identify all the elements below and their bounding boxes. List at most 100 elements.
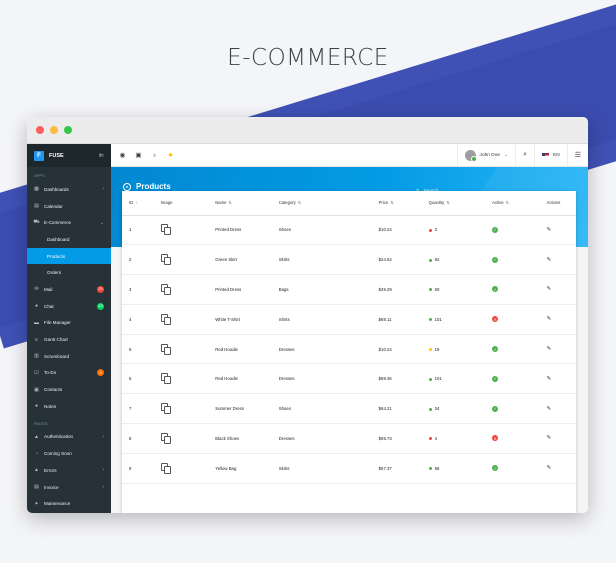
chevron-right-icon: › xyxy=(102,186,104,193)
sidebar-item-file-manager[interactable]: ▬ File Manager xyxy=(27,315,111,332)
sidebar-item-label: E-Commerce xyxy=(44,220,72,226)
table-row[interactable]: 4 White T-Shirt Shirts $69.11 101 ✕ ✎ xyxy=(122,304,576,335)
edit-icon[interactable]: ✎ xyxy=(547,316,552,322)
product-id: 5 xyxy=(122,334,154,365)
cart-icon: ⛟ xyxy=(33,219,40,226)
product-active: ✓ xyxy=(485,274,540,305)
sidebar-item-label: Calendar xyxy=(44,203,63,209)
sidebar-item-scrumboard[interactable]: ▥ Scrumboard xyxy=(27,348,111,365)
sidebar-item-dashboards[interactable]: ▦ Dashboards › xyxy=(27,181,111,198)
edit-icon[interactable]: ✎ xyxy=(547,406,552,412)
quantity-status-dot xyxy=(428,347,432,351)
quick-panel-button[interactable]: ☰ xyxy=(566,144,588,166)
sidebar-item-coming-soon[interactable]: ◔ Coming Soon xyxy=(27,445,111,462)
table-row[interactable]: 5 Red Hoodie Dresses $10.24 19 ✓ ✎ xyxy=(122,334,576,365)
product-id: 8 xyxy=(122,423,154,454)
sidebar-item-calendar[interactable]: ▤ Calendar xyxy=(27,198,111,215)
collapse-sidebar-icon[interactable]: ⇇ xyxy=(99,152,104,159)
column-header-name[interactable]: Name ⇅ xyxy=(208,191,272,216)
table-row[interactable]: 6 Red Hoodie Dresses $59.36 101 ✓ ✎ xyxy=(122,363,576,395)
search-button[interactable]: ⌕ xyxy=(515,144,534,166)
folder-icon: ▬ xyxy=(34,319,39,326)
table-row[interactable]: 2 Green Skirt Skirts $24.62 92 ✓ ✎ xyxy=(122,244,576,276)
sidebar-item-notes[interactable]: ● Notes xyxy=(27,398,111,415)
sidebar-item-authentication[interactable]: ▲ Authentication › xyxy=(27,429,111,446)
close-dot[interactable] xyxy=(36,126,44,134)
page-title-text: Products xyxy=(136,182,171,191)
sidebar-item-errors[interactable]: ▲ Errors › xyxy=(27,462,111,479)
sidebar-item-gantt-chart[interactable]: ≡ Gantt Chart xyxy=(27,331,111,348)
sidebar-section-title: PAGES xyxy=(34,420,48,426)
image-icon xyxy=(160,313,172,325)
edit-icon[interactable]: ✎ xyxy=(547,257,552,263)
column-header-label: Quantity xyxy=(428,200,445,206)
quantity-value: 101 xyxy=(434,316,442,322)
chevron-down-icon: ⌄ xyxy=(504,152,509,158)
chevron-right-icon: › xyxy=(102,433,104,440)
language-switcher[interactable]: EN xyxy=(534,144,567,166)
minimize-dot[interactable] xyxy=(50,126,58,134)
product-quantity: 19 xyxy=(421,334,486,365)
sidebar-subitem-products[interactable]: Products xyxy=(27,247,111,265)
table-row[interactable]: 1 Printed Dress Shoes $10.24 3 ✓ ✎ xyxy=(122,215,576,246)
chat-shortcut-icon[interactable]: ◉ xyxy=(119,152,126,159)
lock-icon: ▲ xyxy=(34,433,39,440)
edit-icon[interactable]: ✎ xyxy=(547,227,552,233)
sidebar-item-chat[interactable]: ● Chat 13 xyxy=(27,298,111,315)
sidebar-item-label: Authentication xyxy=(44,434,74,440)
column-header-category[interactable]: Category ⇅ xyxy=(271,191,372,216)
table-row[interactable]: 9 Yellow Bag Skirts $57.37 58 ✓ ✎ xyxy=(122,453,576,484)
product-active: ✕ xyxy=(485,423,540,454)
sidebar-item-maintenance[interactable]: ✦ Maintenance xyxy=(27,495,111,512)
edit-icon[interactable]: ✎ xyxy=(547,435,552,441)
column-header-id[interactable]: ID ↑ xyxy=(122,191,154,216)
edit-icon[interactable]: ✎ xyxy=(547,346,552,352)
column-header-price[interactable]: Price ⇅ xyxy=(371,191,422,216)
sidebar-subitem-dashboard[interactable]: Dashboard xyxy=(27,231,111,248)
sidebar-item-label: Mail xyxy=(44,286,53,292)
quantity-value: 19 xyxy=(434,346,440,352)
column-header-quantity[interactable]: Quantity ⇅ xyxy=(421,191,486,216)
column-header-active[interactable]: Active ⇅ xyxy=(485,191,540,216)
sort-icon: ⇅ xyxy=(446,200,450,206)
chat-icon: ● xyxy=(34,303,39,310)
sort-icon: ⇅ xyxy=(505,200,509,206)
sidebar-item-invoice[interactable]: ▤ Invoice › xyxy=(27,479,111,496)
table-row[interactable]: 8 Black Shoes Dresses $69.73 4 ✕ ✎ xyxy=(122,423,576,454)
edit-icon[interactable]: ✎ xyxy=(547,286,552,292)
product-actions: ✎ xyxy=(539,453,576,484)
edit-icon[interactable]: ✎ xyxy=(547,376,552,382)
sidebar-item-label: Contacts xyxy=(44,387,63,393)
sidebar-subitem-orders[interactable]: Orders xyxy=(27,264,111,281)
brand-name: FUSE xyxy=(49,152,64,159)
sidebar-item-label: Maintenance xyxy=(44,501,71,507)
product-id: 7 xyxy=(122,393,154,425)
edit-icon[interactable]: ✎ xyxy=(547,465,552,471)
product-active: ✓ xyxy=(485,244,540,276)
table-row[interactable]: 7 Summer Dress Shoes $64.21 34 ✓ ✎ xyxy=(122,393,576,425)
sidebar-item-to-do[interactable]: ☑ To-Do 3 xyxy=(27,365,111,382)
sidebar-item-contacts[interactable]: ▣ Contacts xyxy=(27,381,111,398)
lightbulb-shortcut-icon[interactable]: ♁ xyxy=(151,152,158,159)
sidebar-item-e-commerce[interactable]: ⛟ E-Commerce ⌄ xyxy=(27,214,111,231)
sidebar-item-label: Scrumboard xyxy=(44,353,70,359)
image-icon xyxy=(160,254,172,266)
sidebar-item-label: Coming Soon xyxy=(44,451,72,457)
product-name: Green Skirt xyxy=(208,244,272,276)
product-name: Red Hoodie xyxy=(208,334,272,365)
check-circle-icon: ✓ xyxy=(492,346,499,353)
products-table: ID ↑ Image Name ⇅ Category ⇅ Price ⇅ Quantity ⇅ Act… xyxy=(122,191,576,484)
gantt-icon: ≡ xyxy=(35,336,38,343)
calendar-shortcut-icon[interactable]: ▣ xyxy=(135,152,142,159)
user-menu[interactable]: John Doe ⌄ xyxy=(456,144,516,166)
maximize-dot[interactable] xyxy=(64,126,72,134)
product-actions: ✎ xyxy=(539,274,576,305)
product-price: $69.73 xyxy=(371,423,422,454)
table-row[interactable]: 3 Printed Dress Bags $49.29 60 ✓ ✎ xyxy=(122,274,576,305)
quantity-value: 101 xyxy=(434,376,442,382)
chevron-right-icon: › xyxy=(102,467,104,474)
toolbar-right: John Doe ⌄ ⌕ EN ☰ xyxy=(456,144,588,166)
sidebar-item-mail[interactable]: ✉ Mail 25 xyxy=(27,281,111,298)
star-icon[interactable]: ★ xyxy=(167,152,174,159)
browser-window: F FUSE ⇇ APPS ▦ Dashboards › ▤ Calendar ⛟ E-Com… xyxy=(27,117,588,513)
